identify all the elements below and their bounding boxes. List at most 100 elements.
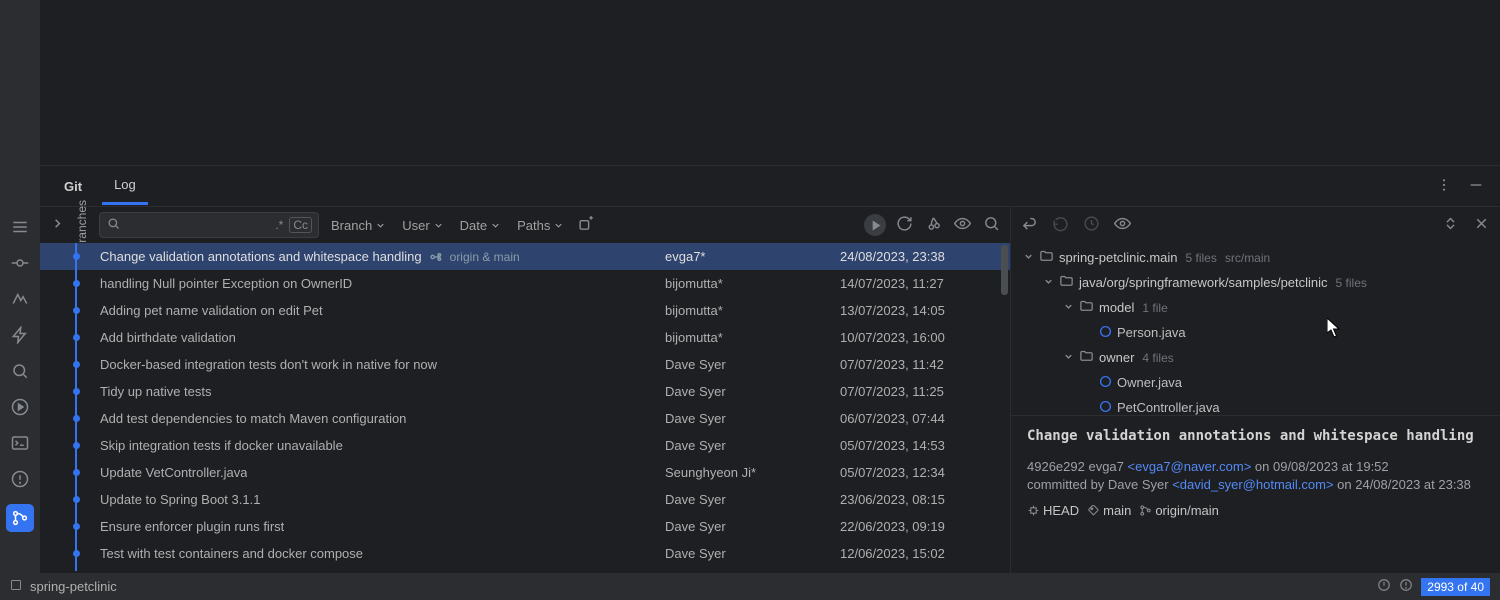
filter-user[interactable]: User [398, 218, 447, 233]
commit-row[interactable]: Add test dependencies to match Maven con… [40, 405, 1010, 432]
git-panel: Git Log Branches .* Cc Branch User Date … [40, 165, 1500, 573]
commit-author: Dave Syer [665, 411, 840, 426]
case-toggle[interactable]: Cc [289, 217, 312, 233]
commit-author-line: 4926e292 evga7 <evga7@naver.com> on 09/0… [1027, 458, 1484, 476]
commit-row[interactable]: Test with test containers and docker com… [40, 540, 1010, 567]
commit-row[interactable]: Adding pet name validation on edit Pet b… [40, 297, 1010, 324]
expand-icon[interactable] [1440, 213, 1461, 237]
commit-message: Update VetController.java [100, 465, 247, 480]
commit-row[interactable]: Skip integration tests if docker unavail… [40, 432, 1010, 459]
revert-icon[interactable] [1019, 213, 1040, 237]
list-icon[interactable] [9, 216, 31, 238]
panel-tabs: Git Log [40, 166, 1500, 206]
commit-row[interactable]: Update VetController.java Seunghyeon Ji*… [40, 459, 1010, 486]
commit-message: Test with test containers and docker com… [100, 546, 363, 561]
commit-row[interactable]: Tidy up native tests Dave Syer 07/07/202… [40, 378, 1010, 405]
chevron-down-icon[interactable] [1023, 250, 1034, 265]
refresh-icon[interactable] [894, 213, 915, 237]
chevron-down-icon[interactable] [1043, 275, 1054, 290]
eye-icon[interactable] [952, 213, 973, 237]
commit-row[interactable]: handling Null pointer Exception on Owner… [40, 270, 1010, 297]
more-icon[interactable] [1432, 173, 1456, 200]
find-icon[interactable] [981, 213, 1002, 237]
tree-folder-model[interactable]: model1 file [1011, 295, 1500, 320]
commit-date: 23/06/2023, 08:15 [840, 492, 1010, 507]
tree-package[interactable]: java/org/springframework/samples/petclin… [1011, 270, 1500, 295]
commit-row[interactable]: Add birthdate validation bijomutta* 10/0… [40, 324, 1010, 351]
chevron-down-icon[interactable] [1063, 300, 1074, 315]
file-icon [1099, 400, 1112, 416]
commit-author: bijomutta* [665, 330, 840, 345]
filter-branch[interactable]: Branch [327, 218, 390, 233]
commit-author: bijomutta* [665, 303, 840, 318]
log-search[interactable]: .* Cc [99, 212, 319, 238]
commit-date: 14/07/2023, 11:27 [840, 276, 1010, 291]
file-icon [1099, 325, 1112, 341]
go-to-icon[interactable] [864, 214, 886, 236]
ref-badge[interactable]: main [1087, 503, 1131, 518]
filter-paths[interactable]: Paths [513, 218, 568, 233]
search-icon[interactable] [9, 360, 31, 382]
expand-branches-icon[interactable] [48, 214, 67, 236]
status-counter[interactable]: 2993 of 40 [1421, 578, 1490, 596]
commit-list-pane: Branches .* Cc Branch User Date Paths [40, 206, 1010, 573]
close-icon[interactable] [1471, 213, 1492, 237]
status-warning-icon[interactable] [1377, 578, 1391, 595]
minimize-icon[interactable] [1464, 173, 1488, 200]
tab-log[interactable]: Log [102, 167, 148, 205]
folder-icon [1079, 349, 1094, 367]
structure-icon[interactable] [9, 288, 31, 310]
commit-author: evga7* [665, 249, 840, 264]
search-input[interactable] [127, 218, 269, 233]
commit-date: 13/07/2023, 14:05 [840, 303, 1010, 318]
new-branch-icon[interactable] [576, 213, 597, 237]
commit-message: Add test dependencies to match Maven con… [100, 411, 406, 426]
commit-author: bijomutta* [665, 276, 840, 291]
folder-icon [1059, 274, 1074, 292]
search-glyph-icon [106, 216, 121, 234]
tree-file[interactable]: PetController.java [1011, 395, 1500, 415]
filter-date[interactable]: Date [456, 218, 505, 233]
commit-author: Dave Syer [665, 357, 840, 372]
commit-row[interactable]: Update to Spring Boot 3.1.1 Dave Syer 23… [40, 486, 1010, 513]
editor-empty-state [40, 0, 1500, 165]
cherry-pick-icon[interactable] [923, 213, 944, 237]
tree-folder-owner[interactable]: owner4 files [1011, 345, 1500, 370]
commit-date: 05/07/2023, 14:53 [840, 438, 1010, 453]
commit-icon[interactable] [9, 252, 31, 274]
branch-badge: origin & main [430, 250, 520, 264]
commit-row[interactable]: Change validation annotations and whites… [40, 243, 1010, 270]
commit-date: 05/07/2023, 12:34 [840, 465, 1010, 480]
regex-toggle[interactable]: .* [275, 218, 283, 232]
status-info-icon[interactable] [1399, 578, 1413, 595]
git-icon[interactable] [6, 504, 34, 532]
run-icon[interactable] [9, 396, 31, 418]
commit-row[interactable]: Docker-based integration tests don't wor… [40, 351, 1010, 378]
problems-icon[interactable] [9, 468, 31, 490]
commit-message: Adding pet name validation on edit Pet [100, 303, 323, 318]
tree-root[interactable]: spring-petclinic.main5 filessrc/main [1011, 245, 1500, 270]
commit-date: 07/07/2023, 11:42 [840, 357, 1010, 372]
ref-badge[interactable]: HEAD [1027, 503, 1079, 518]
project-icon [10, 579, 22, 594]
project-name[interactable]: spring-petclinic [30, 579, 117, 594]
commit-row[interactable]: Ensure enforcer plugin runs first Dave S… [40, 513, 1010, 540]
ref-badge[interactable]: origin/main [1139, 503, 1219, 518]
log-toolbar: Branches .* Cc Branch User Date Paths [40, 207, 1010, 243]
undo-icon[interactable] [1050, 213, 1071, 237]
file-icon [1099, 375, 1112, 391]
commit-list[interactable]: Change validation annotations and whites… [40, 243, 1010, 573]
tree-file[interactable]: Owner.java [1011, 370, 1500, 395]
history-icon[interactable] [1081, 213, 1102, 237]
terminal-icon[interactable] [9, 432, 31, 454]
commit-author: Seunghyeon Ji* [665, 465, 840, 480]
scrollbar[interactable] [1001, 245, 1008, 295]
actions-icon[interactable] [9, 324, 31, 346]
changed-files-tree[interactable]: spring-petclinic.main5 filessrc/main jav… [1011, 243, 1500, 415]
chevron-down-icon[interactable] [1063, 350, 1074, 365]
commit-message: Docker-based integration tests don't wor… [100, 357, 437, 372]
tree-file[interactable]: Person.java [1011, 320, 1500, 345]
commit-date: 24/08/2023, 23:38 [840, 249, 1010, 264]
preview-icon[interactable] [1112, 213, 1133, 237]
commit-author: Dave Syer [665, 438, 840, 453]
